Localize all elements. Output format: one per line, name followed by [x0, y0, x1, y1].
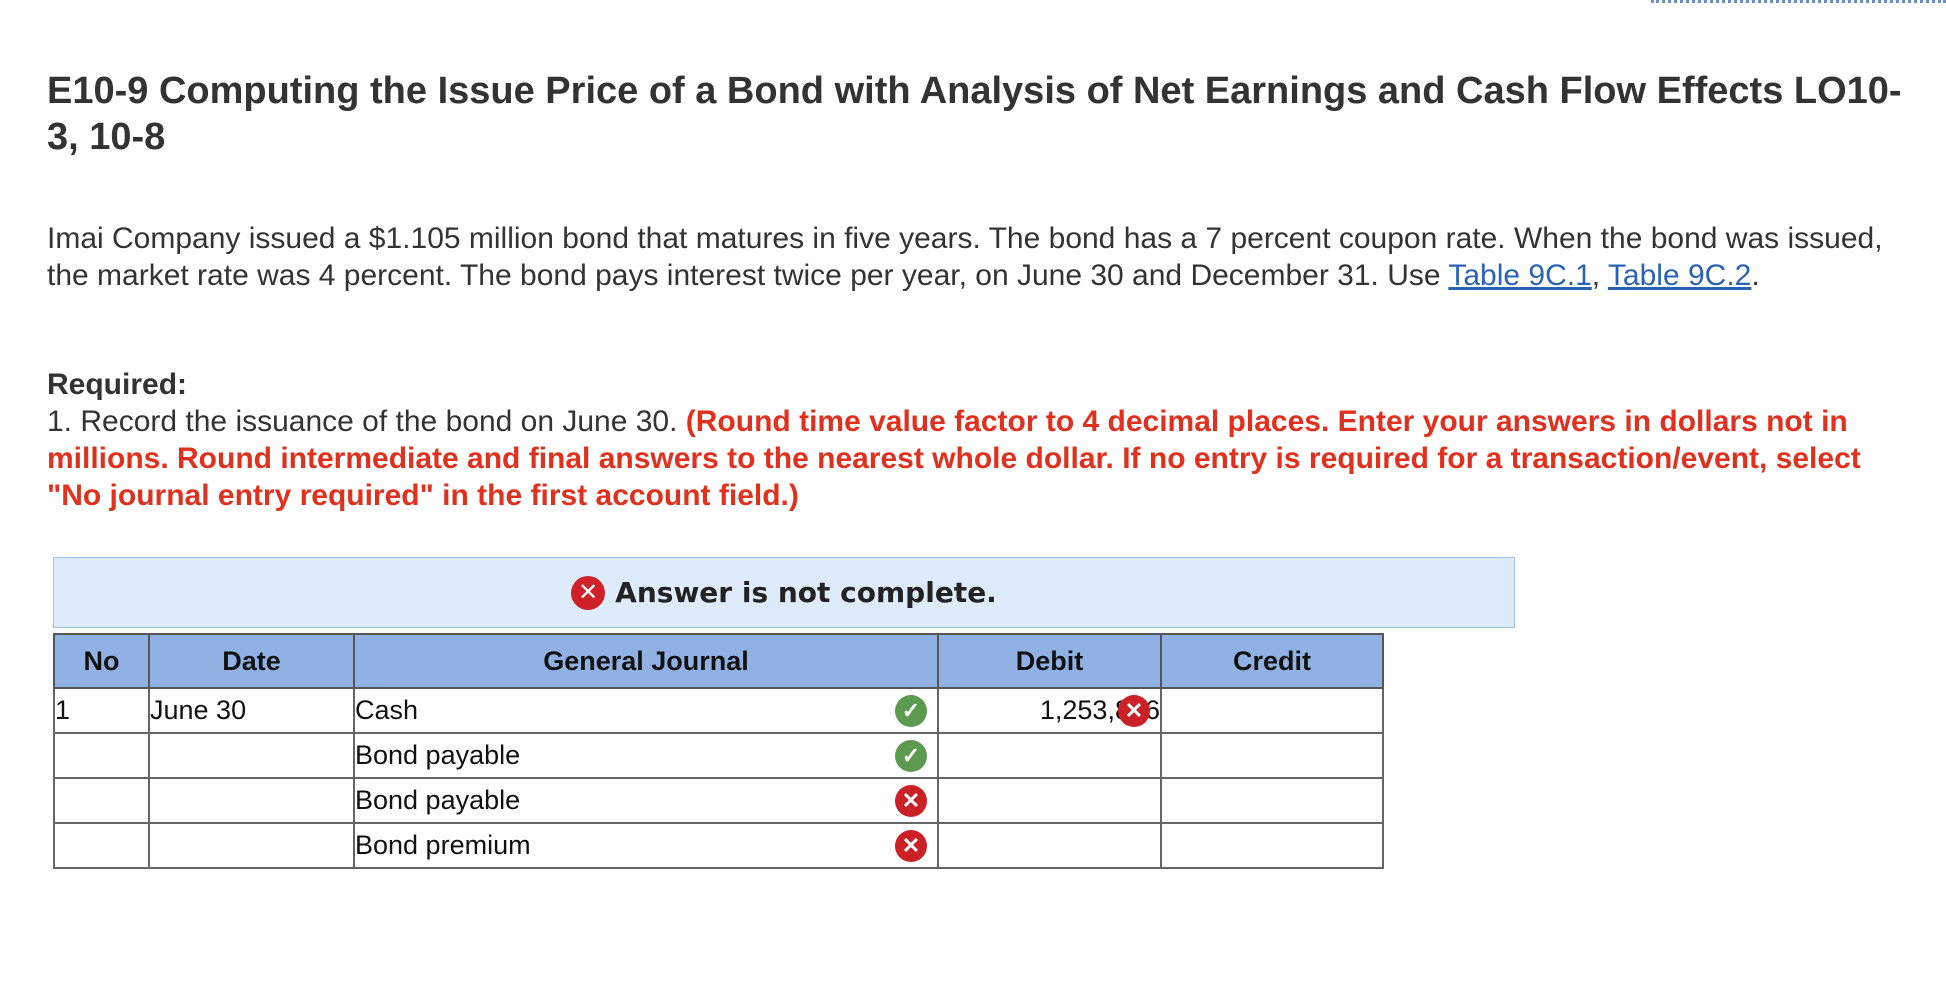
- account-name: Bond payable: [355, 785, 521, 815]
- table-9c2-link[interactable]: Table 9C.2: [1608, 259, 1751, 292]
- credit-cell[interactable]: [1160, 687, 1384, 734]
- required-section: Required: 1. Record the issuance of the …: [47, 366, 1907, 514]
- account-cell[interactable]: Cash ✓: [353, 687, 939, 734]
- required-instruction: 1. Record the issuance of the bond on Ju…: [47, 405, 686, 438]
- table-row: 1 June 30 Cash ✓ 1,253,886 ✕: [53, 687, 1384, 734]
- entry-number: [53, 732, 150, 779]
- link-separator: ,: [1591, 259, 1608, 292]
- debit-cell[interactable]: [937, 732, 1162, 779]
- col-header-credit: Credit: [1160, 633, 1384, 689]
- col-header-general-journal: General Journal: [353, 633, 939, 689]
- credit-cell[interactable]: [1160, 822, 1384, 869]
- page-title: E10-9 Computing the Issue Price of a Bon…: [47, 70, 1902, 158]
- answer-status-text: Answer is not complete.: [615, 576, 997, 609]
- checkmark-icon: ✓: [895, 739, 927, 772]
- table-row: Bond payable ✕: [53, 777, 1384, 824]
- top-dotted-rule: [1651, 0, 1946, 3]
- date-cell[interactable]: [148, 777, 355, 824]
- debit-cell[interactable]: [937, 822, 1162, 869]
- table-9c1-link[interactable]: Table 9C.1: [1448, 259, 1591, 292]
- date-cell[interactable]: June 30: [148, 687, 355, 734]
- problem-statement: Imai Company issued a $1.105 million bon…: [47, 220, 1907, 294]
- x-icon: ✕: [895, 829, 927, 862]
- entry-number: [53, 822, 150, 869]
- x-circle-icon: ✕: [571, 575, 606, 610]
- problem-end: .: [1751, 259, 1760, 292]
- account-cell[interactable]: Bond payable ✓: [353, 732, 939, 779]
- date-cell[interactable]: [148, 822, 355, 869]
- credit-cell[interactable]: [1160, 777, 1384, 824]
- x-icon: ✕: [895, 784, 927, 817]
- col-header-debit: Debit: [937, 633, 1162, 689]
- credit-cell[interactable]: [1160, 732, 1384, 779]
- entry-number: [53, 777, 150, 824]
- col-header-date: Date: [148, 633, 355, 689]
- entry-number: 1: [53, 687, 150, 734]
- answer-status-banner: ✕ Answer is not complete.: [53, 557, 1515, 628]
- debit-cell[interactable]: 1,253,886 ✕: [937, 687, 1162, 734]
- checkmark-icon: ✓: [895, 694, 927, 727]
- table-row: Bond premium ✕: [53, 822, 1384, 869]
- account-name: Cash: [355, 695, 419, 725]
- journal-table: No Date General Journal Debit Credit 1 J…: [53, 633, 1384, 869]
- account-name: Bond premium: [355, 830, 531, 860]
- account-name: Bond payable: [355, 740, 521, 770]
- col-header-no: No: [53, 633, 150, 689]
- account-cell[interactable]: Bond payable ✕: [353, 777, 939, 824]
- account-cell[interactable]: Bond premium ✕: [353, 822, 939, 869]
- x-icon: ✕: [1118, 694, 1150, 727]
- table-row: Bond payable ✓: [53, 732, 1384, 779]
- date-cell[interactable]: [148, 732, 355, 779]
- required-label: Required:: [47, 368, 188, 401]
- debit-cell[interactable]: [937, 777, 1162, 824]
- journal-header-row: No Date General Journal Debit Credit: [53, 633, 1384, 689]
